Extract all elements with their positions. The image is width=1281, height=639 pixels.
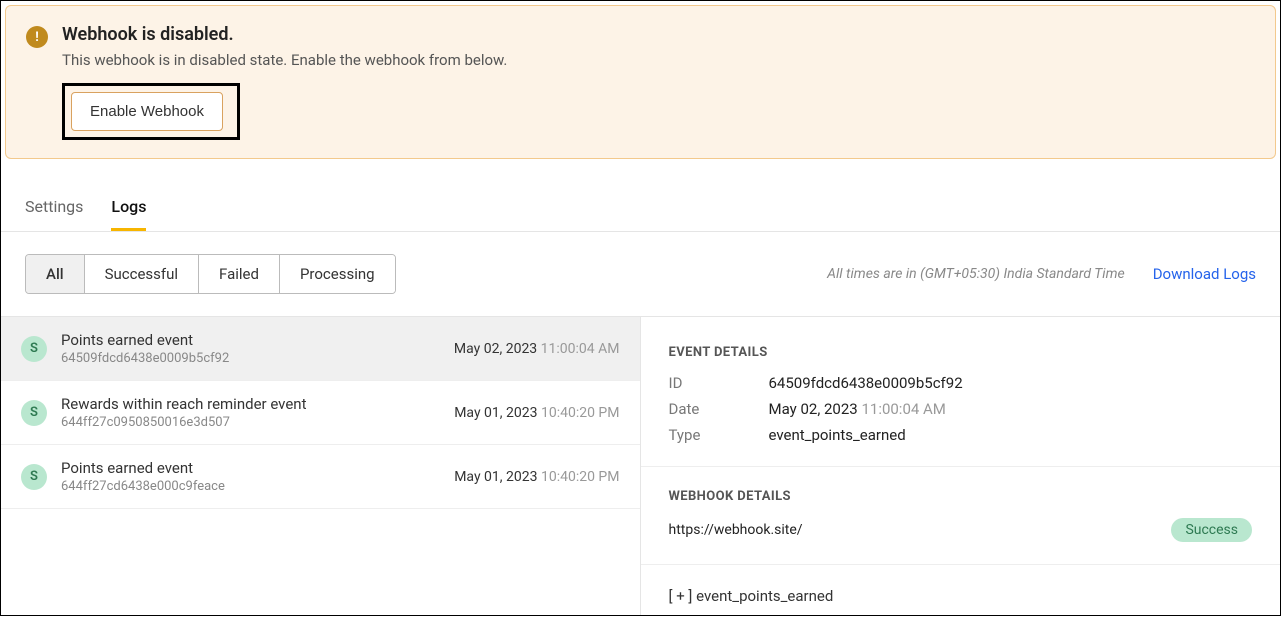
webhook-status-badge: Success [1171, 518, 1252, 542]
webhook-url: https://webhook.site/ [669, 522, 803, 538]
filter-failed[interactable]: Failed [199, 255, 280, 293]
enable-webhook-button[interactable]: Enable Webhook [71, 92, 223, 131]
filter-segmented-control: All Successful Failed Processing [25, 254, 396, 294]
log-row[interactable]: S Rewards within reach reminder event 64… [1, 381, 640, 445]
log-row[interactable]: S Points earned event 64509fdcd6438e0009… [1, 317, 640, 381]
status-badge-success: S [21, 400, 47, 426]
filter-successful[interactable]: Successful [85, 255, 199, 293]
status-badge-success: S [21, 336, 47, 362]
log-title: Points earned event [61, 331, 229, 349]
enable-webhook-highlight: Enable Webhook [62, 83, 240, 140]
download-logs-link[interactable]: Download Logs [1153, 265, 1256, 283]
log-row[interactable]: S Points earned event 644ff27cd6438e000c… [1, 445, 640, 509]
log-id: 644ff27c0950850016e3d507 [61, 415, 307, 430]
detail-id-value: 64509fdcd6438e0009b5cf92 [769, 374, 963, 392]
tab-logs[interactable]: Logs [111, 197, 146, 231]
status-badge-success: S [21, 464, 47, 490]
timezone-note: All times are in (GMT+05:30) India Stand… [827, 266, 1125, 282]
warning-icon: ! [26, 26, 48, 48]
event-details-header: EVENT DETAILS [669, 345, 1253, 360]
filter-all[interactable]: All [26, 255, 85, 293]
log-list: S Points earned event 64509fdcd6438e0009… [1, 317, 641, 615]
payload-toggle[interactable]: [ + ] event_points_earned [669, 587, 1253, 605]
webhook-details-header: WEBHOOK DETAILS [669, 489, 1253, 504]
log-id: 644ff27cd6438e000c9feace [61, 479, 225, 494]
log-title: Points earned event [61, 459, 225, 477]
tab-settings[interactable]: Settings [25, 197, 83, 231]
log-toolbar: All Successful Failed Processing All tim… [1, 232, 1280, 316]
detail-pane: EVENT DETAILS ID 64509fdcd6438e0009b5cf9… [641, 317, 1281, 615]
log-title: Rewards within reach reminder event [61, 395, 307, 413]
log-timestamp: May 01, 2023 10:40:20 PM [454, 405, 619, 421]
log-timestamp: May 02, 2023 11:00:04 AM [454, 341, 620, 357]
alert-title: Webhook is disabled. [62, 24, 507, 45]
detail-type-label: Type [669, 426, 769, 444]
detail-id-label: ID [669, 374, 769, 392]
log-id: 64509fdcd6438e0009b5cf92 [61, 351, 229, 366]
tabs: Settings Logs [1, 177, 1280, 232]
filter-processing[interactable]: Processing [280, 255, 395, 293]
alert-description: This webhook is in disabled state. Enabl… [62, 51, 507, 69]
webhook-disabled-alert: ! Webhook is disabled. This webhook is i… [5, 5, 1276, 159]
detail-date-label: Date [669, 400, 769, 418]
detail-date-value: May 02, 2023 11:00:04 AM [769, 400, 946, 418]
detail-type-value: event_points_earned [769, 426, 906, 444]
logs-content: S Points earned event 64509fdcd6438e0009… [1, 316, 1280, 615]
log-timestamp: May 01, 2023 10:40:20 PM [454, 469, 619, 485]
